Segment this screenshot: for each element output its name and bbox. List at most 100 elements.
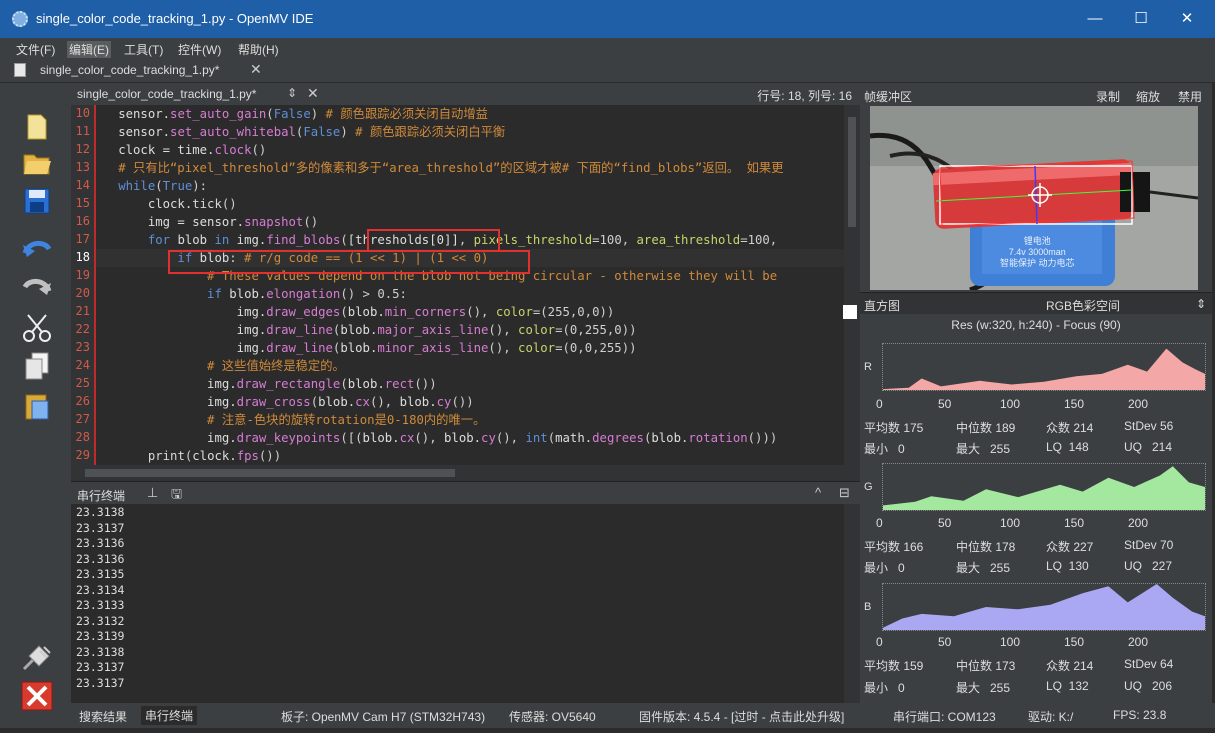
channel-label-g: G (864, 481, 873, 493)
stat-lq: LQ 130 (1046, 559, 1089, 573)
line-number: 14 (75, 178, 90, 192)
terminal-clear-icon[interactable]: ⊥ (147, 485, 158, 501)
editor-horizontal-scrollbar[interactable] (71, 465, 860, 481)
line-number: 11 (75, 124, 90, 138)
scroll-thumb[interactable] (85, 469, 455, 477)
stat-median: 中位数 189 (956, 421, 1016, 435)
code-line: img.draw_rectangle(blob.rect()) (96, 377, 437, 391)
histogram-header: 直方图 RGB色彩空间 ⇕ (860, 292, 1212, 314)
open-folder-icon[interactable] (20, 149, 54, 183)
terminal-line: 23.3132 (76, 613, 125, 628)
stat-lq: LQ 132 (1046, 679, 1089, 693)
stat-mean: 平均数 166 (864, 540, 924, 554)
serial-terminal-output[interactable]: 23.3138 23.3137 23.3136 23.3136 23.3135 … (71, 504, 844, 703)
axis-tick: 50 (938, 516, 952, 530)
code-editor[interactable]: sensor.set_auto_gain(False) # 颜色跟踪必须关闭自动… (96, 105, 844, 465)
close-document-icon[interactable]: ✕ (307, 85, 319, 102)
new-file-icon[interactable] (20, 113, 54, 147)
stat-mode: 众数 214 (1046, 421, 1094, 435)
axis-tick: 150 (1064, 635, 1085, 649)
cursor-position: 行号: 18, 列号: 16 (757, 89, 852, 103)
line-number: 23 (75, 340, 90, 354)
record-button[interactable]: 录制 (1096, 88, 1120, 105)
axis-tick: 0 (876, 635, 883, 649)
terminal-collapse-icon[interactable]: ^ (815, 485, 821, 500)
stat-stdev: StDev 64 (1124, 657, 1174, 671)
firmware-info[interactable]: 固件版本: 4.5.4 - [过时 - 点击此处升级] (639, 708, 844, 725)
stat-mean: 平均数 159 (864, 659, 924, 673)
terminal-scrollbar[interactable] (844, 504, 860, 703)
disable-button[interactable]: 禁用 (1178, 88, 1202, 105)
axis-tick: 200 (1128, 516, 1149, 530)
search-results-tab[interactable]: 搜索结果 (79, 708, 127, 725)
copy-icon[interactable] (20, 351, 54, 385)
code-line: img.draw_edges(blob.min_corners(), color… (96, 305, 615, 319)
stop-icon[interactable] (20, 681, 54, 715)
axis-tick: 150 (1064, 516, 1085, 530)
menu-help[interactable]: 帮助(H) (238, 41, 279, 58)
colorspace-select[interactable]: RGB色彩空间 (1046, 297, 1120, 314)
terminal-header: 串行终端 ⊥ 🖫 ^ ⊟ (71, 481, 860, 504)
editor-vertical-scrollbar[interactable] (844, 105, 860, 465)
status-bar: 搜索结果 串行终端 板子: OpenMV Cam H7 (STM32H743) … (71, 703, 1215, 728)
close-tab-icon[interactable]: ✕ (250, 61, 262, 78)
terminal-maximize-icon[interactable]: ⊟ (839, 485, 850, 501)
redo-icon[interactable] (20, 275, 54, 309)
file-icon (14, 63, 26, 77)
board-info: 板子: OpenMV Cam H7 (STM32H743) (281, 710, 486, 724)
channel-label-r: R (864, 361, 872, 373)
menu-widgets[interactable]: 控件(W) (178, 41, 221, 58)
histogram-r (882, 343, 1206, 391)
highlight-box-if-blob (168, 250, 530, 274)
terminal-line: 23.3136 (76, 551, 125, 566)
minimize-button[interactable]: — (1072, 0, 1118, 38)
menu-edit[interactable]: 编辑(E) (67, 41, 111, 58)
menu-tools[interactable]: 工具(T) (124, 41, 163, 58)
file-tab[interactable]: single_color_code_tracking_1.py* (40, 63, 219, 77)
axis-tick: 200 (1128, 397, 1149, 411)
code-line: # 只有比“pixel_threshold”多的像素和多于“area_thres… (96, 161, 784, 175)
line-number: 15 (75, 196, 90, 210)
menu-file[interactable]: 文件(F) (16, 41, 55, 58)
file-tab-bar: single_color_code_tracking_1.py* ✕ (0, 59, 1215, 83)
line-number: 29 (75, 448, 90, 462)
channel-label-b: B (864, 601, 872, 613)
save-icon[interactable] (20, 187, 54, 221)
panel-splitter-handle[interactable] (843, 305, 857, 319)
axis-tick: 150 (1064, 397, 1085, 411)
left-toolbar (0, 83, 71, 728)
terminal-line: 23.3139 (76, 629, 125, 643)
document-name[interactable]: single_color_code_tracking_1.py* (77, 87, 256, 101)
serial-terminal-tab[interactable]: 串行终端 (141, 706, 198, 725)
axis-tick: 50 (938, 397, 952, 411)
code-line: img = sensor.snapshot() (96, 215, 319, 229)
camera-frame-view[interactable]: 锂电池 7.4v 3000man 智能保护 动力电芯 (870, 106, 1198, 290)
cut-icon[interactable] (20, 313, 54, 347)
connect-icon[interactable] (20, 643, 54, 677)
line-number: 24 (75, 358, 90, 372)
highlight-box-thresholds (367, 229, 500, 252)
close-window-button[interactable]: ✕ (1164, 0, 1210, 38)
maximize-button[interactable]: ☐ (1118, 0, 1164, 38)
zoom-button[interactable]: 缩放 (1136, 88, 1160, 105)
line-number: 25 (75, 376, 90, 390)
drive-info: 驱动: K:/ (1028, 710, 1074, 724)
code-line: sensor.set_auto_whitebal(False) # 颜色跟踪必须… (96, 125, 506, 139)
terminal-line: 23.3138 (76, 644, 125, 659)
colorspace-dropdown-icon[interactable]: ⇕ (1196, 297, 1206, 311)
document-switch-icon[interactable]: ⇕ (287, 86, 297, 100)
code-line: if blob.elongation() > 0.5: (96, 287, 407, 301)
line-number: 17 (75, 232, 90, 246)
terminal-line: 23.3136 (76, 536, 125, 550)
undo-icon[interactable] (20, 237, 54, 271)
code-line: while(True): (96, 179, 208, 193)
openmv-logo-icon (12, 11, 28, 27)
window-title: single_color_code_tracking_1.py - OpenMV… (36, 11, 314, 26)
stat-stdev: StDev 56 (1124, 419, 1174, 433)
paste-icon[interactable] (20, 391, 54, 425)
stat-stdev: StDev 70 (1124, 538, 1174, 552)
axis-tick: 100 (1000, 516, 1021, 530)
menu-bar: 文件(F) 编辑(E) 工具(T) 控件(W) 帮助(H) (0, 38, 1215, 59)
line-number: 27 (75, 412, 90, 426)
scroll-thumb[interactable] (848, 117, 856, 227)
